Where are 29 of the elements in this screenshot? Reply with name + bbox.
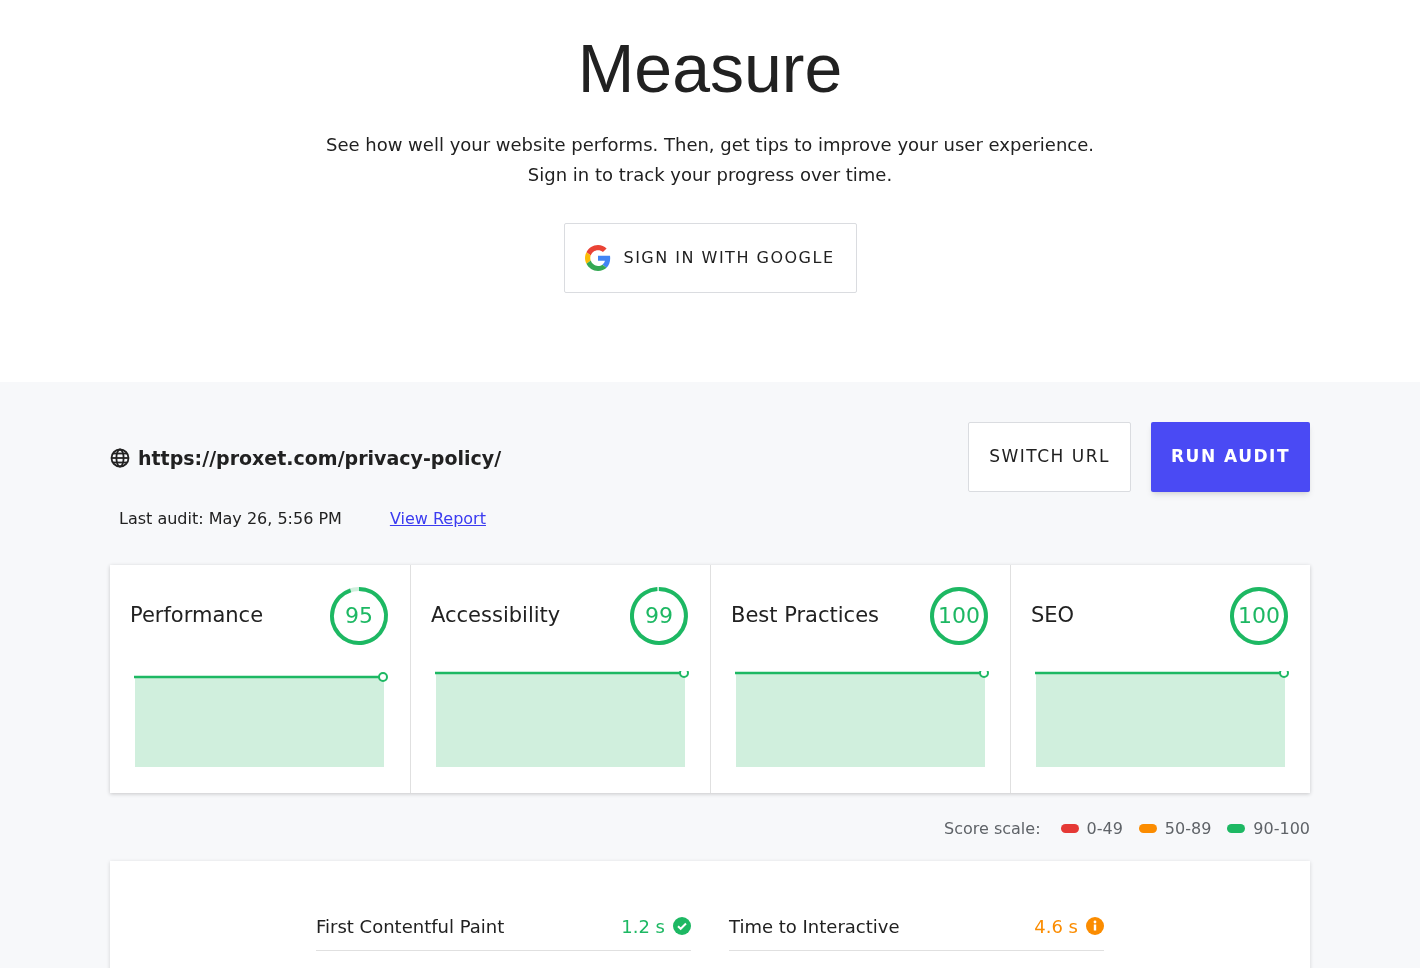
subtitle-text: See how well your website performs. Then, get tips to improve your user experience. [325,133,1095,157]
score-range-label: 50-89 [1164,817,1212,840]
audited-url: https://proxet.com/privacy-policy/ [138,446,502,471]
metric-name: Time to Interactive [729,914,900,939]
check-circle-icon [673,917,691,935]
metric-value: 1.2 s [621,914,665,939]
category-title: Accessibility [431,601,561,629]
page-title: Measure [577,29,843,108]
score-scale-label: Score scale: [944,817,1041,840]
score-range-label: 90-100 [1253,817,1310,840]
google-logo-icon [585,245,612,271]
sign-in-with-google-button[interactable]: SIGN IN WITH GOOGLE [563,223,857,293]
run-audit-button[interactable]: RUN AUDIT [1151,422,1310,492]
last-audit-text: Last audit: May 26, 5:56 PM [119,507,342,530]
category-title: Performance [130,601,264,629]
metric-value: 4.6 s [1034,914,1078,939]
category-title: SEO [1031,601,1075,629]
category-title: Best Practices [731,601,879,629]
score-range-label: 0-49 [1086,817,1123,840]
score-value: 100 [1237,602,1281,630]
metric-name: First Contentful Paint [316,914,505,939]
score-value: 100 [937,602,981,630]
score-value: 99 [644,602,674,630]
score-value: 95 [344,602,374,630]
switch-url-button[interactable]: SWITCH URL [968,422,1131,492]
globe-icon [110,448,130,469]
view-report-link[interactable]: View Report [389,506,486,531]
subtitle-text: Sign in to track your progress over time. [527,163,893,187]
info-circle-icon [1086,917,1104,935]
